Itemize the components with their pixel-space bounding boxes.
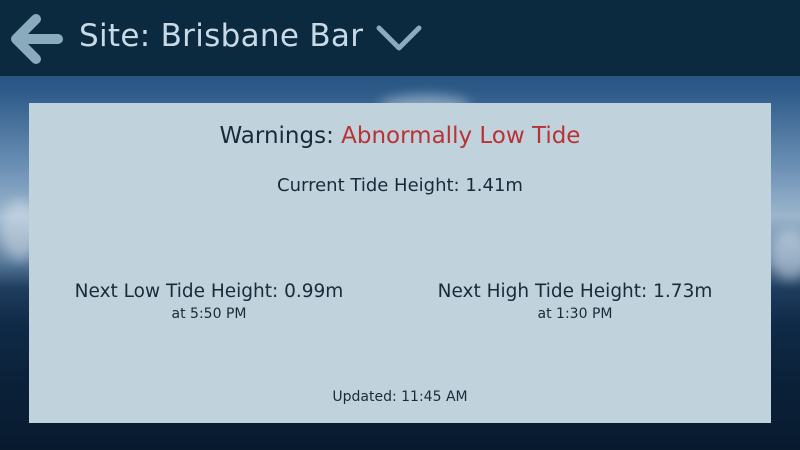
next-high-tide-time: at 1:30 PM [537,306,613,322]
next-low-tide: Next Low Tide Height: 0.99m at 5:50 PM [29,281,389,322]
background-cloud [770,230,800,280]
warnings-label: Warnings: [219,123,334,149]
warning-value: Abnormally Low Tide [341,123,581,149]
current-tide-height: Current Tide Height: 1.41m [277,175,523,196]
warnings-line: Warnings: Abnormally Low Tide [29,123,771,149]
back-button[interactable] [10,12,64,66]
site-dropdown-button[interactable] [374,22,424,56]
tide-info-card: Warnings: Abnormally Low Tide Current Ti… [29,103,771,423]
chevron-down-icon [376,25,422,51]
next-low-tide-time: at 5:50 PM [171,306,247,322]
top-bar: Site: Brisbane Bar [0,0,800,76]
next-low-tide-height: Next Low Tide Height: 0.99m [74,281,344,302]
updated-timestamp: Updated: 11:45 AM [332,389,468,405]
site-title: Site: Brisbane Bar [79,18,364,54]
arrow-left-icon [11,14,63,64]
next-high-tide: Next High Tide Height: 1.73m at 1:30 PM [395,281,755,322]
next-high-tide-height: Next High Tide Height: 1.73m [437,281,713,302]
